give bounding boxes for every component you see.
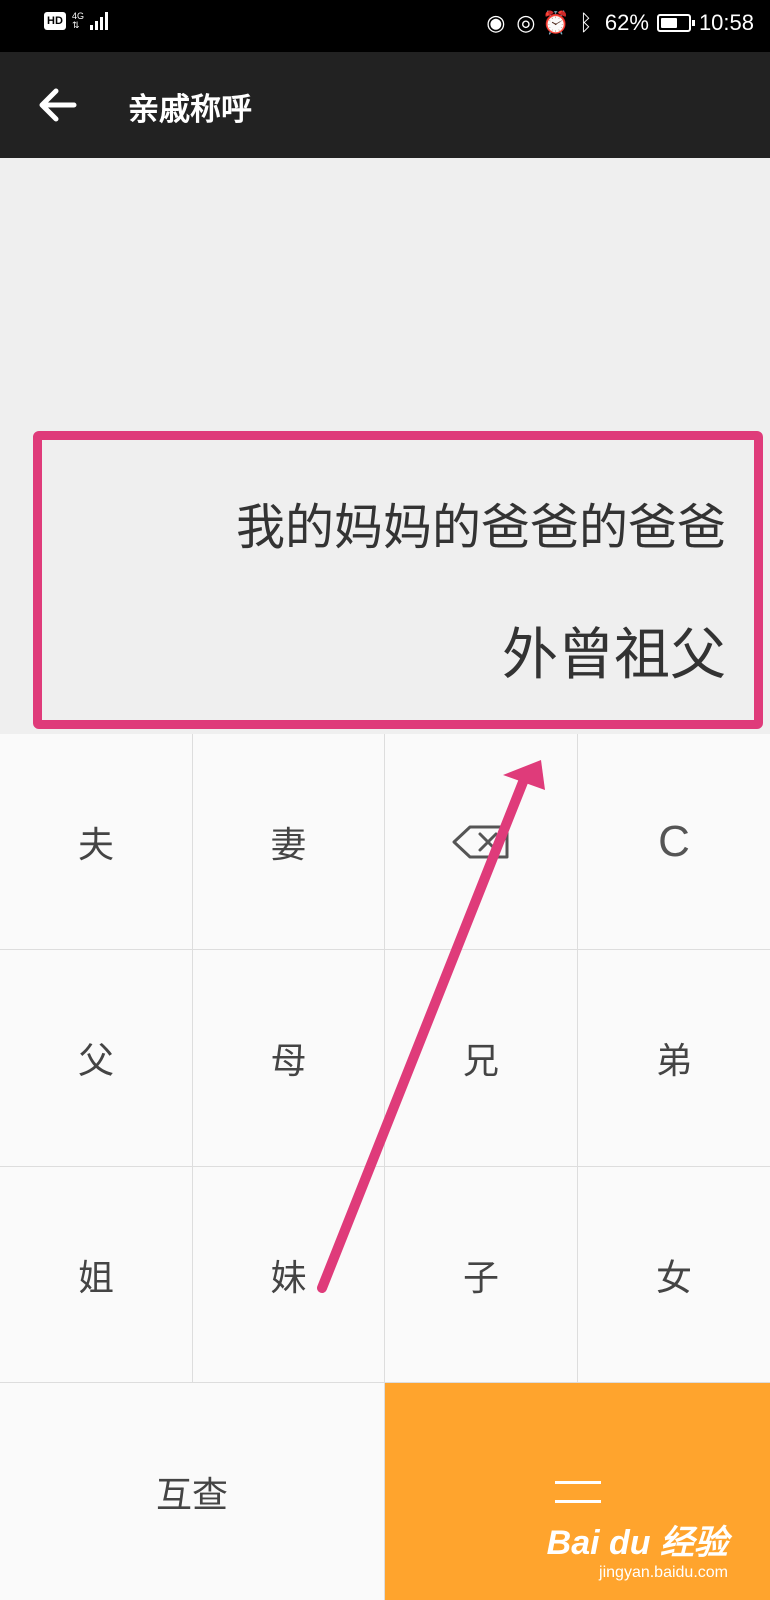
bluetooth-icon: ᛒ <box>579 10 593 35</box>
battery-percent: 62% <box>604 10 649 35</box>
watermark-url: jingyan.baidu.com <box>599 1564 728 1581</box>
alarm-icon: ⏰ <box>542 10 570 35</box>
arrow-left-icon[interactable] <box>34 81 82 129</box>
status-left: HD 4G ⇅ <box>44 12 109 30</box>
equals-icon <box>554 1480 601 1503</box>
key-mother[interactable]: 母 <box>193 950 385 1167</box>
page-title: 亲戚称呼 <box>128 92 252 128</box>
keypad: 夫 妻 C 父 母 兄 弟 姐 妹 子 女 互查 <box>0 734 770 1600</box>
data-saver-icon: ◉ <box>486 10 506 35</box>
hd-badge: HD <box>44 12 66 30</box>
key-younger-sister[interactable]: 妹 <box>193 1167 385 1383</box>
battery-icon <box>656 14 695 32</box>
clear-button[interactable]: C <box>578 734 770 950</box>
battery-fill <box>660 18 677 28</box>
backspace-icon <box>452 825 509 858</box>
eye-comfort-icon: ◎ <box>516 10 536 35</box>
key-son[interactable]: 子 <box>385 1167 578 1383</box>
network-type: 4G ⇅ <box>72 12 84 30</box>
key-wife[interactable]: 妻 <box>193 734 385 950</box>
network-arrows-icon: ⇅ <box>72 20 80 30</box>
key-elder-brother[interactable]: 兄 <box>385 950 578 1167</box>
app-root: HD 4G ⇅ ◉ ◎ ⏰ ᛒ 62% 10:58 亲戚称呼 我的妈妈的爸爸的爸… <box>0 0 770 1600</box>
key-younger-brother[interactable]: 弟 <box>578 950 770 1167</box>
key-father[interactable]: 父 <box>0 950 193 1167</box>
backspace-button[interactable] <box>385 734 578 950</box>
key-daughter[interactable]: 女 <box>578 1167 770 1383</box>
baidu-watermark: Bai du 经验 jingyan.baidu.com <box>547 1515 728 1582</box>
signal-icon <box>90 12 109 30</box>
app-bar: 亲戚称呼 <box>0 52 770 158</box>
key-elder-sister[interactable]: 姐 <box>0 1167 193 1383</box>
clock: 10:58 <box>698 10 754 35</box>
status-bar: HD 4G ⇅ ◉ ◎ ⏰ ᛒ 62% 10:58 <box>0 0 770 52</box>
mutual-check-button[interactable]: 互查 <box>0 1383 385 1600</box>
watermark-logo: Bai du 经验 <box>546 1524 728 1562</box>
status-right: ◉ ◎ ⏰ ᛒ 62% 10:58 <box>485 10 754 36</box>
annotation-highlight-box <box>33 431 763 729</box>
key-husband[interactable]: 夫 <box>0 734 193 950</box>
